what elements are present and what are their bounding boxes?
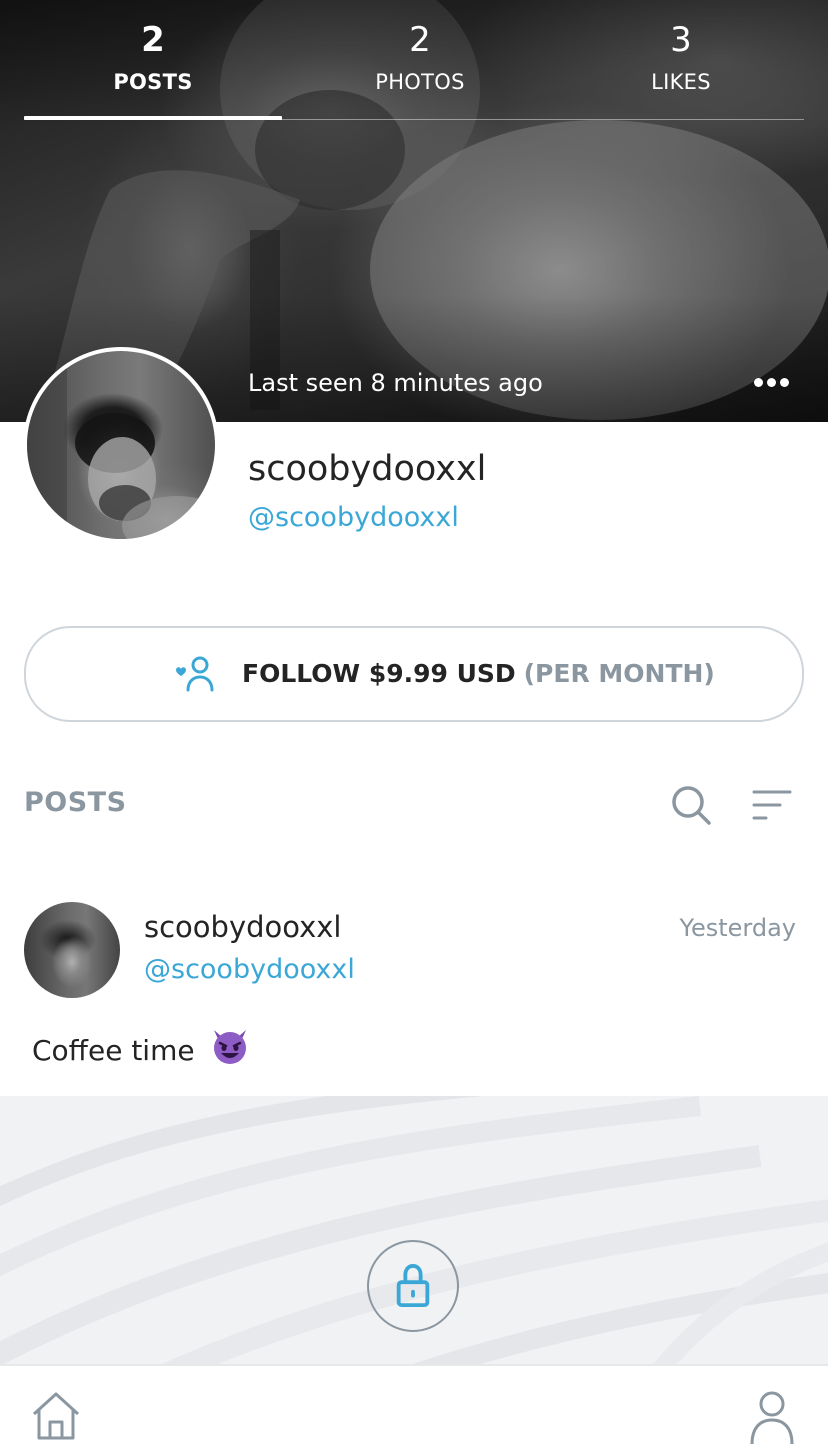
- user-icon: [750, 1391, 794, 1445]
- tab-posts[interactable]: 2 POSTS: [24, 0, 282, 118]
- post-author-avatar[interactable]: [24, 902, 120, 998]
- last-seen-status: Last seen 8 minutes ago: [248, 369, 543, 397]
- tab-likes[interactable]: 3 LIKES: [552, 0, 810, 118]
- profile-handle[interactable]: @scoobydooxxl: [248, 500, 459, 536]
- follow-period-label: (PER MONTH): [523, 659, 715, 688]
- profile-name: scoobydooxxl: [248, 449, 487, 489]
- more-horizontal-icon: [754, 378, 763, 387]
- post-text: Coffee time: [32, 1026, 250, 1071]
- tab-likes-count: 3: [670, 20, 692, 60]
- bottom-navigation: [0, 1364, 828, 1455]
- profile-tabs: 2 POSTS 2 PHOTOS 3 LIKES: [24, 0, 804, 122]
- tab-posts-label: POSTS: [113, 70, 193, 94]
- lock-icon: [396, 1264, 430, 1308]
- post-author-handle[interactable]: @scoobydooxxl: [144, 952, 355, 988]
- post-author-name[interactable]: scoobydooxxl: [144, 908, 342, 946]
- more-horizontal-icon-dot: [767, 378, 776, 387]
- more-horizontal-icon-dot: [780, 378, 789, 387]
- home-icon: [32, 1392, 80, 1440]
- more-options-button[interactable]: [748, 366, 796, 400]
- tab-photos-label: PHOTOS: [375, 70, 465, 94]
- add-user-heart-icon: [176, 656, 214, 692]
- avatar-photo-shapes: [27, 351, 215, 539]
- tab-photos[interactable]: 2 PHOTOS: [292, 0, 548, 118]
- posts-section-title: POSTS: [24, 787, 127, 818]
- post-text-content: Coffee time: [32, 1034, 195, 1067]
- tab-posts-count: 2: [141, 20, 165, 60]
- search-button[interactable]: [668, 782, 714, 828]
- smiling-devil-emoji-icon: [213, 1030, 246, 1064]
- avatar[interactable]: [27, 351, 215, 539]
- unlock-button[interactable]: [367, 1240, 459, 1332]
- nav-profile-button[interactable]: [746, 1388, 798, 1446]
- sort-icon: [752, 790, 792, 820]
- post-timestamp: Yesterday: [679, 914, 796, 942]
- sort-button[interactable]: [750, 786, 794, 824]
- follow-button[interactable]: FOLLOW $9.99 USD (PER MONTH): [24, 626, 804, 722]
- follow-price-label: FOLLOW $9.99 USD: [242, 659, 516, 688]
- active-tab-indicator: [24, 116, 282, 120]
- tab-photos-count: 2: [409, 20, 431, 60]
- search-icon: [672, 786, 711, 825]
- tab-likes-label: LIKES: [651, 70, 711, 94]
- follow-label: FOLLOW $9.99 USD (PER MONTH): [242, 656, 715, 692]
- nav-home-button[interactable]: [30, 1390, 82, 1442]
